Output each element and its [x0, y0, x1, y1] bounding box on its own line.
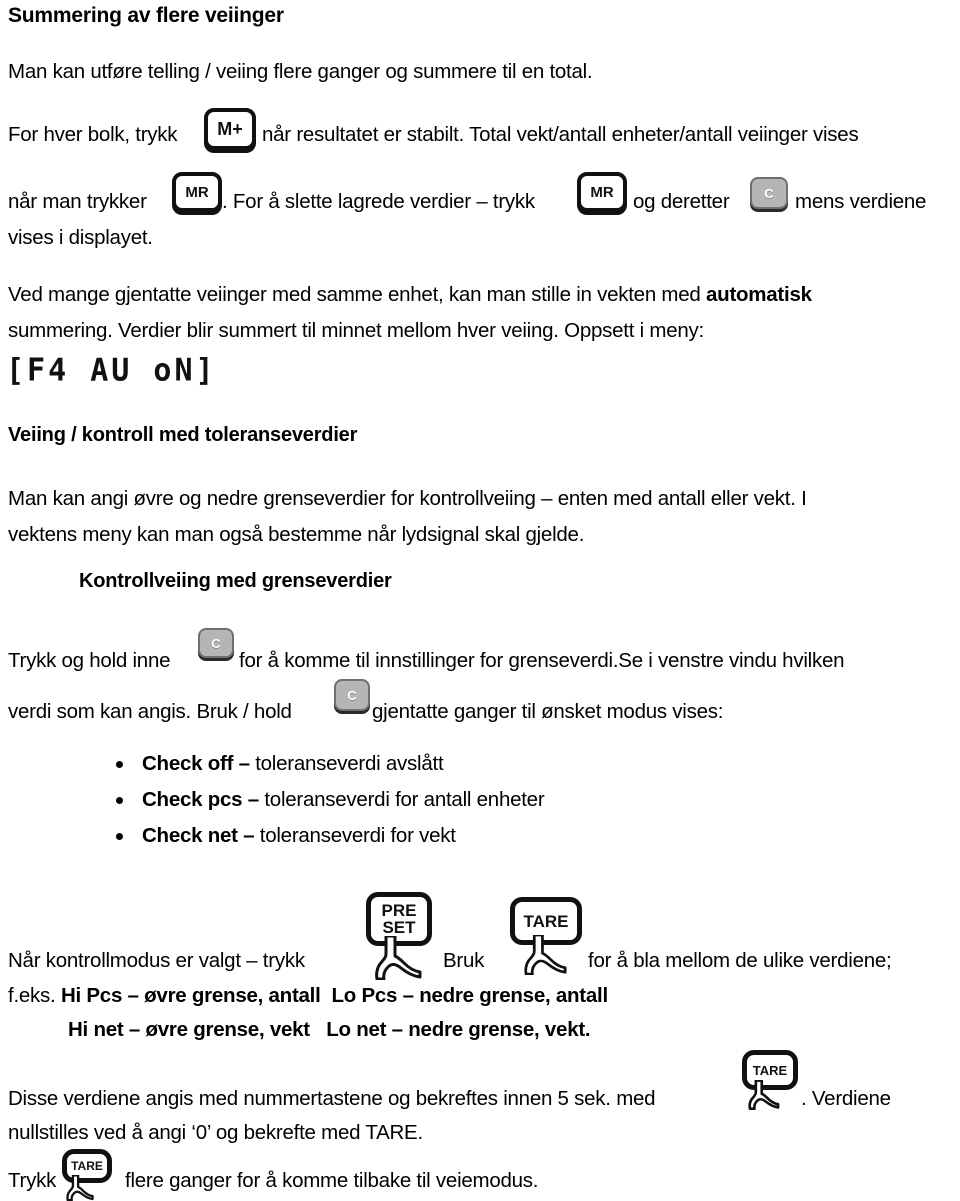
preset-key-label-line1: PRE [381, 901, 417, 920]
paragraph-2-tail: mens verdiene [795, 190, 927, 213]
paragraph-9-rest: gjentatte ganger til ønsket modus vises: [372, 700, 724, 723]
document-page: Summering av flere veiinger Man kan utfø… [0, 0, 960, 1201]
paragraph-6: Man kan angi øvre og nedre grenseverdier… [8, 487, 807, 510]
page-title: Summering av flere veiinger [8, 4, 284, 27]
preset-key-label-line2: SET [382, 918, 416, 937]
list-item-lead: Check net – [142, 824, 255, 847]
tare-key-label-1: TARE [523, 911, 569, 931]
tare-key-label-3: TARE [71, 1159, 103, 1173]
mr-key-label-2: MR [590, 183, 614, 201]
paragraph-4-bold: automatisk [706, 283, 812, 306]
m-plus-key-icon: M+ [204, 108, 256, 150]
tare-key-icon-2: TARE [742, 1050, 798, 1110]
paragraph-13-rest: . Verdiene [801, 1087, 891, 1110]
paragraph-14: nullstilles ved å angi ‘0’ og bekrefte m… [8, 1121, 423, 1144]
paragraph-2-mid: . For å slette lagrede verdier – trykk [222, 190, 535, 213]
paragraph-11-bold-lo: Lo Pcs – nedre grense, antall [331, 984, 608, 1007]
paragraph-7: vektens meny kan man også bestemme når l… [8, 523, 585, 546]
paragraph-12-bold-hi: Hi net – øvre grense, vekt [68, 1018, 310, 1041]
preset-key-face: PRE SET [366, 892, 432, 946]
c-key-icon-1: C [750, 177, 788, 209]
paragraph-13-lead: Disse verdiene angis med nummertastene o… [8, 1087, 656, 1110]
intro-paragraph: Man kan utføre telling / veiing flere ga… [8, 60, 593, 83]
paragraph-4: Ved mange gjentatte veiinger med samme e… [8, 277, 812, 313]
list-item-rest: toleranseverdi for vekt [254, 824, 456, 847]
tare-key-label-2: TARE [752, 1062, 788, 1078]
list-item: Check pcs – toleranseverdi for antall en… [110, 782, 545, 818]
mr-key-icon-1: MR [172, 172, 222, 212]
paragraph-8-rest: for å komme til innstillinger for grense… [239, 649, 845, 672]
paragraph-4-plain: Ved mange gjentatte veiinger med samme e… [8, 283, 707, 306]
c-key-label-3: C [347, 687, 357, 703]
paragraph-12: Hi net – øvre grense, vekt Lo net – nedr… [68, 1012, 591, 1048]
section-heading-limits: Kontrollveiing med grenseverdier [79, 570, 392, 592]
mr-key-icon-2: MR [577, 172, 627, 212]
paragraph-1-lead: For hver bolk, trykk [8, 123, 178, 146]
paragraph-5: summering. Verdier blir summert til minn… [8, 319, 704, 342]
m-plus-key-label: M+ [217, 119, 243, 139]
c-key-icon-3: C [334, 679, 370, 711]
paragraph-1-rest: når resultatet er stabilt. Total vekt/an… [262, 123, 859, 146]
list-item: Check net – toleranseverdi for vekt [110, 818, 544, 854]
c-key-label-2: C [211, 635, 221, 651]
paragraph-10-lead: Når kontrollmodus er valgt – trykk [8, 949, 305, 972]
paragraph-11-bold-hi: Hi Pcs – øvre grense, antall [60, 984, 321, 1007]
list-item-rest: toleranseverdi avslått [249, 752, 444, 775]
check-mode-list: Check off – toleranseverdi avslått Check… [110, 746, 545, 854]
list-item-rest: toleranseverdi for antall enheter [258, 788, 545, 811]
paragraph-15-rest: flere ganger for å komme tilbake til vei… [125, 1169, 539, 1192]
paragraph-12-bold-lo: Lo net – nedre grense, vekt. [326, 1018, 591, 1041]
tare-key-icon-3: TARE [62, 1149, 112, 1201]
paragraph-9-lead: verdi som kan angis. Bruk / hold [8, 700, 292, 723]
paragraph-2-lead: når man trykker [8, 190, 147, 213]
section-heading-tolerance: Veiing / kontroll med toleranseverdier [8, 424, 358, 446]
tare-key-face-2: TARE [742, 1050, 798, 1090]
list-item-lead: Check pcs – [142, 788, 259, 811]
preset-key-icon: PRE SET [366, 892, 432, 980]
lcd-menu-display: [F4 AU oN] [6, 352, 217, 389]
paragraph-10-rest: for å bla mellom de ulike verdiene; [588, 949, 892, 972]
paragraph-3: vises i displayet. [8, 226, 153, 249]
paragraph-8-lead: Trykk og hold inne [8, 649, 171, 672]
tare-key-icon-1: TARE [510, 897, 582, 975]
paragraph-10-mid: Bruk [443, 949, 485, 972]
paragraph-2-after-mr: og deretter [633, 190, 730, 213]
paragraph-11: f.eks. Hi Pcs – øvre grense, antall Lo P… [8, 978, 608, 1014]
c-key-icon-2: C [198, 628, 234, 658]
tare-key-face-3: TARE [62, 1149, 112, 1183]
list-item: Check off – toleranseverdi avslått [110, 746, 544, 782]
paragraph-15-lead: Trykk [8, 1169, 57, 1192]
c-key-label-1: C [764, 185, 774, 201]
list-item-lead: Check off – [142, 752, 250, 775]
paragraph-11-plain: f.eks. [8, 984, 61, 1007]
tare-key-face-1: TARE [510, 897, 582, 945]
mr-key-label-1: MR [185, 183, 209, 201]
